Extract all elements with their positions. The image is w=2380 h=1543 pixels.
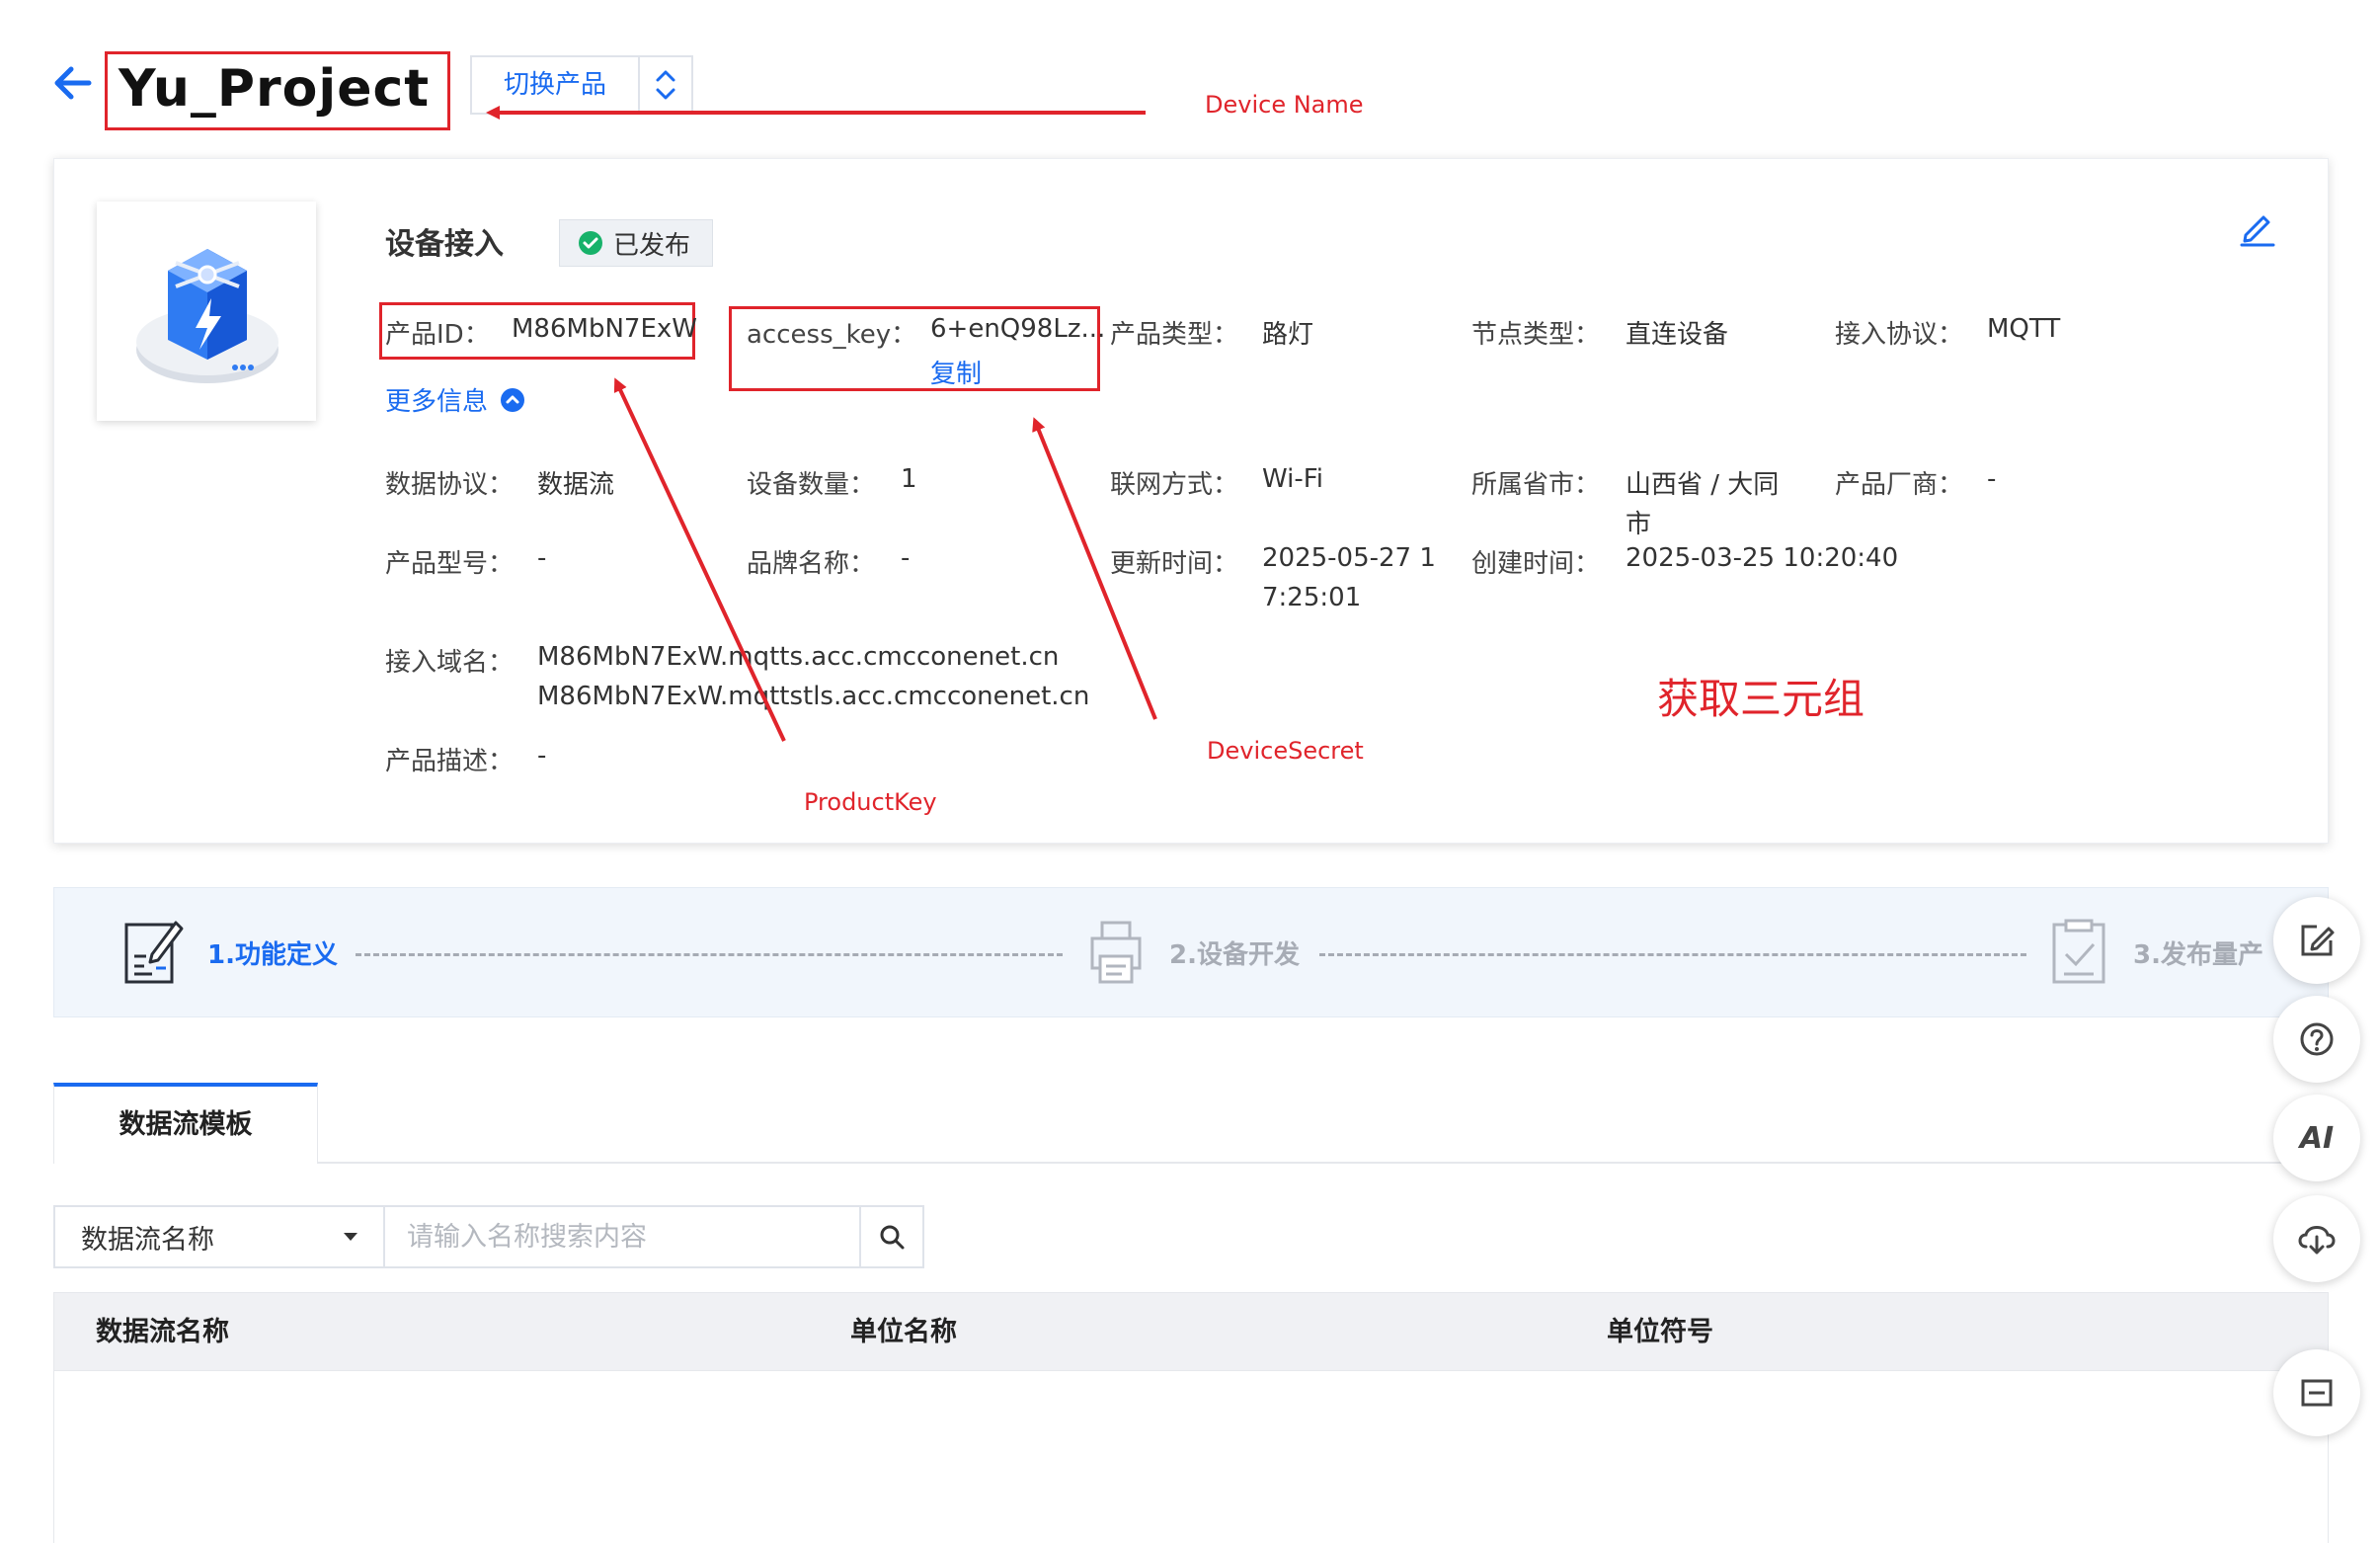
created-value: 2025-03-25 10:20:40 xyxy=(1626,543,1899,573)
device-illustration-icon xyxy=(136,249,278,383)
status-text: 已发布 xyxy=(613,230,691,261)
ai-label: AI xyxy=(2299,1120,2335,1156)
table-header: 数据流名称 单位名称 单位符号 xyxy=(53,1292,2329,1371)
cloud-download-icon xyxy=(2298,1226,2336,1255)
edit-note-button[interactable] xyxy=(2273,897,2360,984)
chevron-up-circle-icon xyxy=(501,387,525,412)
data-protocol-value: 数据流 xyxy=(537,470,615,500)
product-id-value: M86MbN7ExW xyxy=(512,314,697,344)
device-secret-annotation: DeviceSecret xyxy=(1207,737,1364,765)
device-count-label: 设备数量： xyxy=(747,470,876,500)
column-header-unit-symbol: 单位符号 xyxy=(1607,1317,1713,1347)
section-title: 设备接入 xyxy=(385,227,504,262)
more-info-label: 更多信息 xyxy=(385,387,489,417)
vendor-value: - xyxy=(1987,464,1997,494)
step-2-label[interactable]: 2.设备开发 xyxy=(1169,934,1300,971)
device-count-value: 1 xyxy=(901,464,917,494)
step-connector-1 xyxy=(356,953,1063,956)
domain-label: 接入域名： xyxy=(385,648,515,678)
copy-link[interactable]: 复制 xyxy=(930,354,982,390)
switch-product-label: 切换产品 xyxy=(503,70,606,100)
triple-annotation: 获取三元组 xyxy=(1657,675,1865,723)
network-value: Wi-Fi xyxy=(1262,464,1324,494)
more-info-link[interactable]: 更多信息 xyxy=(385,381,525,418)
model-value: - xyxy=(537,543,547,573)
switch-product-button[interactable]: 切换产品 xyxy=(470,55,693,115)
step-1-label[interactable]: 1.功能定义 xyxy=(207,934,338,971)
step-3-icon xyxy=(2050,917,2107,986)
search-field-select-value: 数据流名称 xyxy=(81,1224,214,1256)
chevron-up-down-icon[interactable] xyxy=(638,57,691,113)
status-badge: 已发布 xyxy=(559,219,713,267)
data-protocol-label: 数据协议： xyxy=(385,470,515,500)
collapse-button[interactable] xyxy=(2273,1349,2360,1436)
help-icon xyxy=(2300,1022,2334,1056)
step-connector-2 xyxy=(1319,953,2026,956)
node-type-label: 节点类型： xyxy=(1471,320,1601,350)
protocol-value: MQTT xyxy=(1987,314,2061,344)
model-label: 产品型号： xyxy=(385,549,515,579)
protocol-label: 接入协议： xyxy=(1835,320,1964,350)
description-value: - xyxy=(537,741,547,771)
region-value-line2: 市 xyxy=(1626,510,1652,539)
back-arrow-icon[interactable] xyxy=(49,59,97,107)
network-label: 联网方式： xyxy=(1110,470,1239,500)
brand-value: - xyxy=(901,543,911,573)
description-label: 产品描述： xyxy=(385,747,515,776)
product-id-label: 产品ID： xyxy=(385,320,490,350)
brand-label: 品牌名称： xyxy=(747,549,876,579)
product-image xyxy=(97,202,316,421)
node-type-value: 直连设备 xyxy=(1626,320,1729,350)
ai-button[interactable]: AI xyxy=(2273,1095,2360,1181)
check-circle-icon xyxy=(579,231,602,255)
product-type-label: 产品类型： xyxy=(1110,320,1239,350)
updated-value-line2: 7:25:01 xyxy=(1262,583,1362,612)
caret-down-icon xyxy=(344,1233,357,1241)
step-1-icon xyxy=(122,917,186,986)
region-value-line1: 山西省 / 大同 xyxy=(1626,470,1780,500)
access-key-label: access_key： xyxy=(747,320,917,350)
cloud-download-button[interactable] xyxy=(2273,1195,2360,1282)
help-button[interactable] xyxy=(2273,996,2360,1083)
region-label: 所属省市： xyxy=(1471,470,1601,500)
access-key-value: 6+enQ98Lz... xyxy=(930,314,1106,344)
collapse-icon xyxy=(2301,1379,2333,1407)
search-input[interactable] xyxy=(383,1205,861,1268)
search-field-select[interactable]: 数据流名称 xyxy=(53,1205,385,1268)
column-header-unit-name: 单位名称 xyxy=(850,1317,957,1347)
tab-divider xyxy=(318,1162,2329,1164)
edit-note-icon xyxy=(2301,925,2335,956)
step-3-label[interactable]: 3.发布量产 xyxy=(2133,934,2263,971)
updated-label: 更新时间： xyxy=(1110,549,1239,579)
edit-icon[interactable] xyxy=(2238,207,2277,247)
search-icon xyxy=(880,1225,905,1250)
page-title: Yu_Project xyxy=(119,59,431,119)
domain-value-line1: M86MbN7ExW.mqtts.acc.cmcconenet.cn xyxy=(537,642,1060,672)
product-type-value: 路灯 xyxy=(1262,320,1314,350)
search-button[interactable] xyxy=(859,1205,924,1268)
created-label: 创建时间： xyxy=(1471,549,1601,579)
device-name-annotation: Device Name xyxy=(1205,91,1364,119)
updated-value-line1: 2025-05-27 1 xyxy=(1262,543,1436,573)
tab-data-stream-template[interactable]: 数据流模板 xyxy=(53,1083,318,1164)
domain-value-line2: M86MbN7ExW.mqttstls.acc.cmcconenet.cn xyxy=(537,682,1090,711)
page: Yu_Project 切换产品 设备接入 已发布 产品ID： M86MbN7Ex… xyxy=(0,0,2380,1543)
step-2-icon xyxy=(1088,919,1144,986)
table-body xyxy=(53,1371,2329,1543)
product-key-annotation: ProductKey xyxy=(804,788,937,816)
column-header-stream-name: 数据流名称 xyxy=(96,1317,229,1347)
vendor-label: 产品厂商： xyxy=(1835,470,1964,500)
